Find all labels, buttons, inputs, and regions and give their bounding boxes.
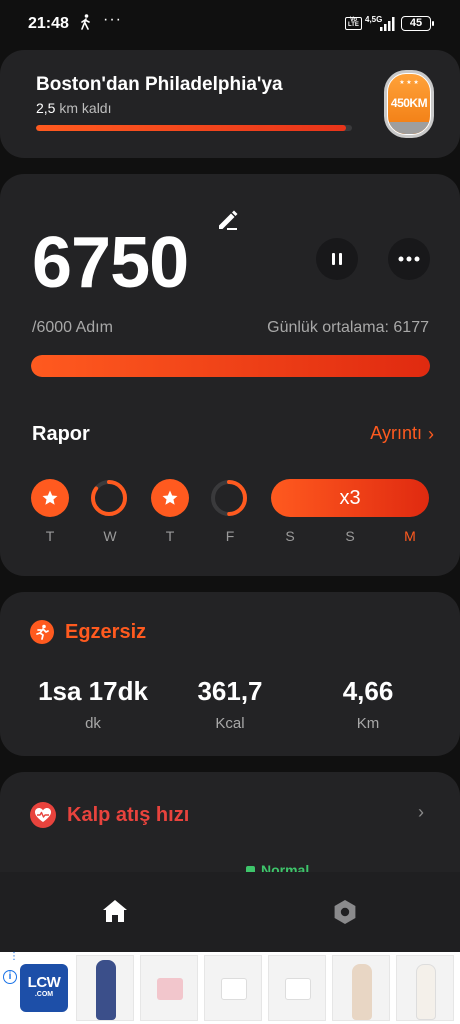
exercise-card[interactable]: Egzersiz 1sa 17dk dk 361,7 Kcal 4,66 Km — [0, 592, 460, 756]
star-icon — [162, 490, 178, 505]
bottom-navigation — [0, 872, 460, 952]
day-label: T — [165, 528, 175, 544]
exercise-duration: 1sa 17dk dk — [13, 676, 173, 732]
more-horizontal-icon — [398, 256, 420, 262]
stat-value: 1sa 17dk — [38, 676, 148, 706]
advertiser-logo-sub: .COM — [34, 991, 54, 998]
day-indicator-2 — [90, 479, 130, 519]
step-goal: /6000 Adım — [32, 319, 113, 336]
ad-product-image[interactable] — [268, 955, 326, 1021]
day-label: S — [345, 528, 355, 544]
pause-icon — [332, 253, 342, 265]
home-icon[interactable] — [101, 898, 129, 929]
exercise-title: Egzersiz — [65, 621, 147, 643]
stat-unit: dk — [85, 715, 101, 732]
settings-hex-icon[interactable] — [331, 898, 359, 931]
heart-rate-title: Kalp atış hızı — [67, 804, 190, 826]
day-label-today: M — [404, 528, 416, 544]
partial-ring-icon — [91, 480, 127, 516]
status-bar: 21:48 ··· Vo LTE 4,5G 45 — [0, 0, 460, 48]
day-label: W — [103, 528, 117, 544]
route-progress-fill — [36, 125, 346, 131]
pause-button[interactable] — [316, 238, 358, 280]
route-remaining-value: 2,5 — [36, 100, 56, 116]
route-title: Boston'dan Philadelphia'ya — [36, 74, 283, 95]
ad-info-icon[interactable]: i — [3, 970, 17, 984]
day-indicator-4 — [210, 479, 250, 519]
route-remaining-unit: km kaldı — [55, 100, 112, 116]
exercise-calories: 361,7 Kcal — [150, 676, 310, 732]
streak-pill: x3 — [271, 479, 429, 517]
badge-stars: ★ ★ ★ — [399, 80, 419, 86]
route-medal-badge[interactable]: ★ ★ ★ 450KM — [384, 70, 434, 138]
partial-ring-icon — [211, 480, 247, 516]
ad-menu-icon[interactable]: ⋮ — [9, 952, 19, 962]
heart-pulse-icon — [30, 802, 56, 828]
badge-label: 450KM — [390, 96, 428, 110]
step-count: 6750 — [32, 223, 189, 303]
route-remaining: 2,5 km kaldı — [36, 100, 111, 116]
ad-product-image[interactable] — [204, 955, 262, 1021]
day-label: S — [285, 528, 295, 544]
report-heading: Rapor — [32, 423, 90, 445]
day-label: F — [225, 528, 235, 544]
more-options-button[interactable] — [388, 238, 430, 280]
ad-product-image[interactable] — [332, 955, 390, 1021]
ad-product-image[interactable] — [396, 955, 454, 1021]
detail-link[interactable]: Ayrıntı — [370, 423, 422, 444]
star-icon — [42, 490, 58, 505]
route-challenge-card[interactable]: Boston'dan Philadelphia'ya 2,5 km kaldı … — [0, 50, 460, 158]
day-label: T — [45, 528, 55, 544]
step-progress-fill — [31, 355, 430, 377]
day-indicator-1 — [31, 479, 71, 519]
daily-average: Günlük ortalama: 6177 — [267, 319, 429, 336]
walking-icon — [80, 14, 92, 34]
route-progress-bar — [36, 125, 352, 131]
ad-product-image[interactable] — [76, 955, 134, 1021]
chevron-right-icon[interactable]: › — [428, 424, 434, 445]
advertiser-logo-text: LCW — [27, 974, 61, 991]
stat-unit: Kcal — [215, 715, 245, 732]
advertiser-logo[interactable]: LCW .COM — [20, 964, 68, 1012]
battery-indicator: 45 — [401, 16, 434, 31]
signal-icon — [380, 17, 396, 36]
day-indicator-3 — [151, 479, 191, 519]
chevron-right-icon[interactable]: › — [418, 802, 424, 823]
stat-value: 361,7 — [197, 676, 263, 706]
exercise-distance: 4,66 Km — [288, 676, 448, 732]
stat-value: 4,66 — [342, 676, 394, 706]
stat-unit: Km — [356, 715, 380, 732]
ad-banner[interactable]: ⋮ i LCW .COM — [0, 952, 460, 1024]
status-time: 21:48 — [28, 15, 69, 32]
volte-icon: Vo LTE — [345, 17, 362, 30]
steps-card: 6750 /6000 Adım Günlük ortalama: 6177 Ra… — [0, 174, 460, 576]
edit-pencil-icon[interactable] — [216, 208, 240, 237]
more-dots-icon: ··· — [103, 11, 122, 28]
step-progress-bar — [31, 355, 430, 377]
running-icon — [30, 620, 54, 644]
ad-product-image[interactable] — [140, 955, 198, 1021]
